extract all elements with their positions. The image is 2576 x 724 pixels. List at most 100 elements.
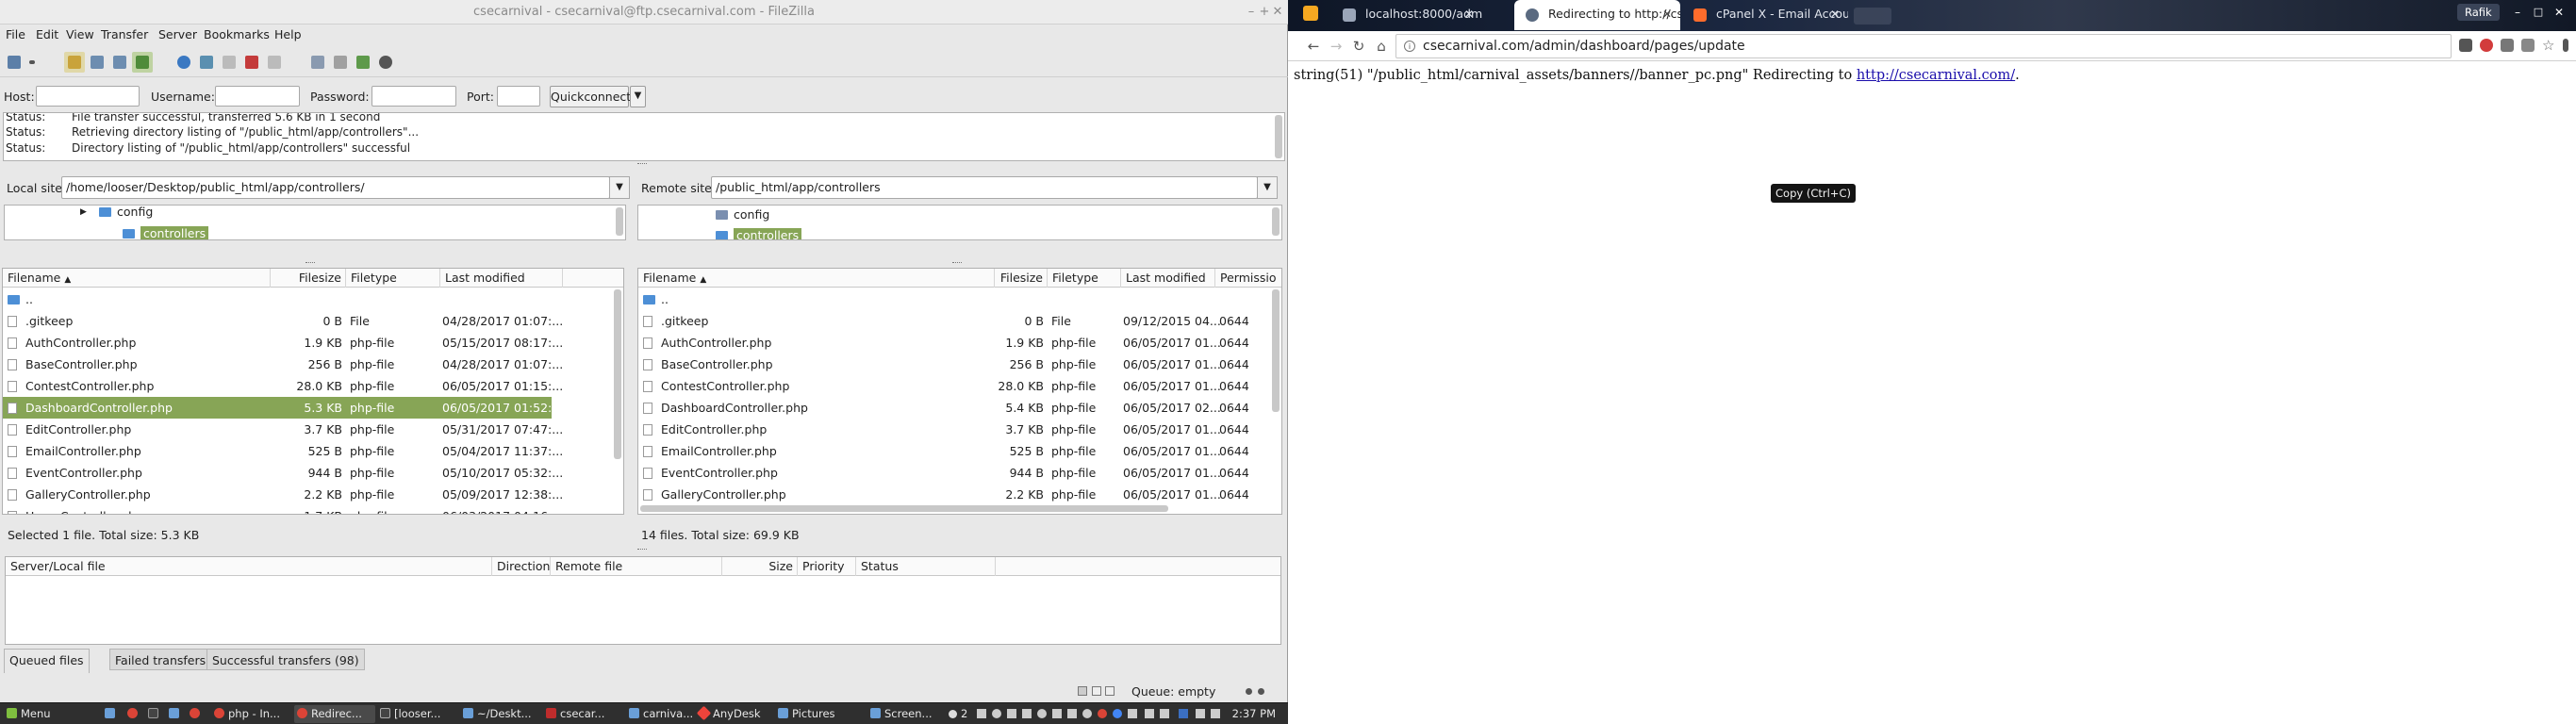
- taskbar-item[interactable]: csecar...: [543, 705, 624, 723]
- tree-item-config[interactable]: config: [716, 206, 769, 224]
- menu-edit[interactable]: Edit: [36, 27, 58, 41]
- chrome-tray-icon[interactable]: [1098, 709, 1107, 718]
- tray-app-icon[interactable]: [1052, 709, 1062, 718]
- info-icon[interactable]: i: [1404, 41, 1415, 52]
- extension-icon[interactable]: [2459, 39, 2472, 52]
- col-filename[interactable]: Filename ▲: [638, 269, 995, 288]
- quickconnect-dropdown-icon[interactable]: ▼: [630, 86, 646, 107]
- transfer-queue[interactable]: Server/Local file Direction Remote file …: [5, 556, 1281, 645]
- local-file-list[interactable]: Filename ▲ Filesize Filetype Last modifi…: [2, 268, 624, 515]
- tree-scrollbar[interactable]: [616, 207, 623, 236]
- col-remote-file[interactable]: Remote file: [551, 557, 722, 576]
- tree-item-controllers[interactable]: controllers: [123, 224, 209, 239]
- show-desktop-icon[interactable]: [102, 705, 121, 723]
- table-row[interactable]: EmailController.php 525 Bphp-file 06/05/20…: [638, 440, 1270, 462]
- refresh-icon[interactable]: [173, 52, 194, 73]
- toggle-local-tree-icon[interactable]: [87, 52, 107, 73]
- host-input[interactable]: [36, 86, 140, 107]
- col-last-modified[interactable]: Last modified: [1121, 269, 1215, 288]
- close-icon[interactable]: ✕: [1269, 4, 1286, 21]
- table-row[interactable]: EmailController.php 525 Bphp-file 05/04/20…: [3, 440, 616, 462]
- col-filename[interactable]: Filename ▲: [3, 269, 271, 288]
- minimize-icon[interactable]: –: [2508, 4, 2527, 21]
- taskbar-item-active[interactable]: Redirec...: [294, 705, 375, 723]
- tab-failed-transfers[interactable]: Failed transfers: [109, 649, 212, 670]
- log-scrollbar[interactable]: [1275, 115, 1282, 158]
- menu-view[interactable]: View: [66, 27, 94, 41]
- maximize-icon[interactable]: □: [2529, 4, 2548, 21]
- close-tab-icon[interactable]: ✕: [1464, 0, 1474, 28]
- tray-app-icon[interactable]: [977, 709, 986, 718]
- menu-file[interactable]: File: [6, 27, 25, 41]
- site-manager-dropdown-icon[interactable]: [26, 52, 38, 73]
- home-icon[interactable]: ⌂: [1373, 38, 1390, 55]
- col-server-local-file[interactable]: Server/Local file: [6, 557, 492, 576]
- col-size[interactable]: Size: [722, 557, 798, 576]
- filezilla-titlebar[interactable]: csecarnival - csecarnival@ftp.csecarniva…: [0, 0, 1288, 25]
- tab-redirecting[interactable]: Redirecting to http://cs ✕: [1514, 0, 1680, 30]
- col-filesize[interactable]: Filesize: [995, 269, 1048, 288]
- col-filetype[interactable]: Filetype: [346, 269, 440, 288]
- list-scrollbar[interactable]: [1272, 289, 1280, 412]
- local-dir-tree[interactable]: ▶ config controllers database: [4, 205, 626, 240]
- tab-localhost-admin[interactable]: localhost:8000/admin/ ✕: [1331, 0, 1482, 30]
- table-row[interactable]: AuthController.php 1.9 KB php-file 05/15/20…: [3, 332, 616, 354]
- back-icon[interactable]: ←: [1305, 38, 1322, 55]
- volume-icon[interactable]: [1067, 709, 1077, 718]
- table-row[interactable]: ContestController.php 28.0 KB php-file 06/0…: [638, 375, 1270, 397]
- cancel-operation-icon[interactable]: [219, 52, 239, 73]
- toggle-log-icon[interactable]: [64, 52, 85, 73]
- table-row[interactable]: ContestController.php 28.0 KB php-file 06/0…: [3, 375, 616, 397]
- bookmark-star-icon[interactable]: ☆: [2542, 37, 2554, 54]
- tray-app-icon[interactable]: [1128, 709, 1137, 718]
- tab-successful-transfers[interactable]: Successful transfers (98): [206, 649, 365, 670]
- keyboard-layout-icon[interactable]: [1196, 709, 1205, 718]
- expand-arrow-icon[interactable]: ▶: [80, 206, 87, 222]
- close-tab-icon[interactable]: ✕: [1830, 0, 1840, 28]
- table-row[interactable]: BaseController.php 256 Bphp-file 06/05/201…: [638, 354, 1270, 375]
- search-icon[interactable]: [375, 52, 396, 73]
- remote-dir-tree[interactable]: config controllers: [637, 205, 1282, 240]
- col-filesize[interactable]: Filesize: [271, 269, 346, 288]
- tab-queued-files[interactable]: Queued files: [4, 649, 90, 673]
- forward-icon[interactable]: →: [1328, 38, 1345, 55]
- menu-bookmarks[interactable]: Bookmarks: [204, 27, 270, 41]
- tray-app-icon[interactable]: [1211, 709, 1220, 718]
- local-site-path-input[interactable]: /home/looser/Desktop/public_html/app/con…: [61, 176, 610, 199]
- toggle-queue-icon[interactable]: [132, 52, 153, 73]
- table-row[interactable]: EditController.php 3.7 KB php-file 06/05/20…: [638, 419, 1270, 440]
- taskbar-item[interactable]: carniva...: [626, 705, 694, 723]
- tray-app-icon[interactable]: [1145, 709, 1154, 718]
- table-row[interactable]: .gitkeep 0 B File 09/12/2015 04... 0644: [638, 310, 1270, 332]
- table-row[interactable]: EventController.php 944 Bphp-file 06/05/20…: [638, 462, 1270, 484]
- clock[interactable]: 2:37 PM: [1222, 705, 1279, 723]
- quickconnect-button[interactable]: Quickconnect: [550, 86, 631, 107]
- table-row[interactable]: AuthController.php 1.9 KB php-file 06/05/20…: [638, 332, 1270, 354]
- notifications-icon[interactable]: 2: [946, 705, 974, 723]
- table-row[interactable]: EditController.php 3.7 KB php-file 05/31/20…: [3, 419, 616, 440]
- taskbar-item[interactable]: Pictures: [775, 705, 849, 723]
- col-priority[interactable]: Priority: [798, 557, 856, 576]
- col-permissions[interactable]: Permissio: [1215, 269, 1281, 288]
- table-row[interactable]: ..: [3, 288, 616, 310]
- toggle-remote-tree-icon[interactable]: [109, 52, 130, 73]
- tray-app-icon[interactable]: [1022, 709, 1032, 718]
- table-row[interactable]: GalleryController.php 2.2 KB php-file 06/05…: [638, 484, 1270, 505]
- chrome-launcher-icon[interactable]: [187, 705, 206, 723]
- taskbar-item[interactable]: php - In...: [211, 705, 292, 723]
- menu-server[interactable]: Server: [158, 27, 197, 41]
- taskbar-item[interactable]: [looser...: [377, 705, 458, 723]
- close-tab-icon[interactable]: ✕: [1662, 0, 1672, 28]
- port-input[interactable]: [497, 86, 540, 107]
- disconnect-icon[interactable]: [241, 52, 262, 73]
- taskbar-item[interactable]: AnyDesk: [696, 705, 771, 723]
- table-row[interactable]: HomeController.php1.7 KBphp-file06/03/20…: [3, 505, 616, 514]
- tray-app-icon[interactable]: [1037, 709, 1047, 718]
- splitter-handle[interactable]: [952, 262, 962, 265]
- close-icon[interactable]: ✕: [2550, 4, 2568, 21]
- bluetooth-icon[interactable]: [1179, 709, 1188, 718]
- extension-icon[interactable]: [2521, 39, 2535, 52]
- files-launcher-icon[interactable]: [166, 705, 185, 723]
- taskbar-item[interactable]: Screen...: [867, 705, 941, 723]
- table-row[interactable]: BaseController.php 256 Bphp-file 04/28/201…: [3, 354, 616, 375]
